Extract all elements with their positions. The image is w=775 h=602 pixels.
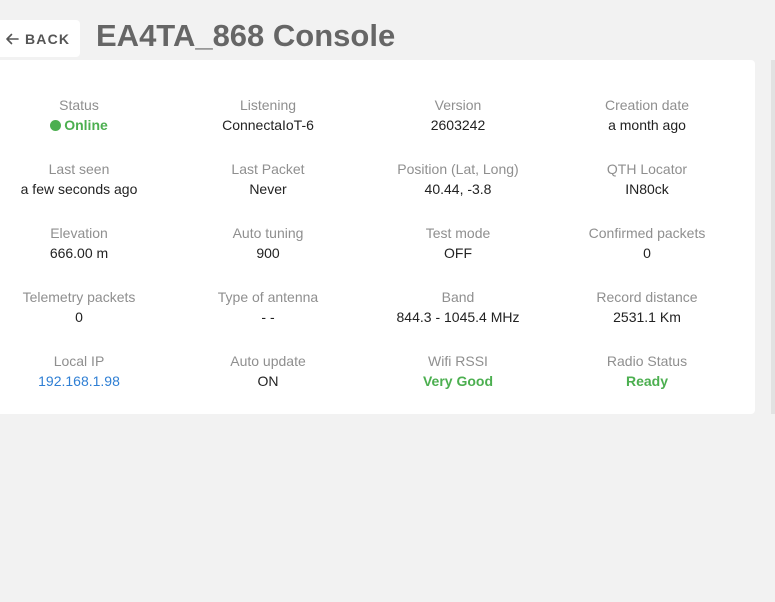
field-label: Wifi RSSI <box>428 353 488 369</box>
page-title: EA4TA_868 Console <box>96 18 396 53</box>
field-value: Very Good <box>422 373 494 389</box>
field-listening: Listening ConnectaIoT-6 <box>173 96 363 134</box>
field-label: Status <box>59 97 99 113</box>
field-value: 844.3 - 1045.4 MHz <box>396 309 520 325</box>
field-label: Confirmed packets <box>588 225 706 241</box>
field-status: Status Online <box>0 96 174 134</box>
field-antenna-type: Type of antenna - - <box>173 288 363 326</box>
field-wifi-rssi: Wifi RSSI Very Good <box>363 352 553 390</box>
field-label: Last Packet <box>231 161 305 177</box>
field-value: 0 <box>75 309 83 325</box>
field-local-ip: Local IP 192.168.1.98 <box>0 352 174 390</box>
field-value: 2603242 <box>430 117 486 133</box>
field-label: Last seen <box>48 161 110 177</box>
field-label: Position (Lat, Long) <box>397 161 519 177</box>
field-elevation: Elevation 666.00 m <box>0 224 174 262</box>
field-value: Ready <box>625 373 669 389</box>
field-last-seen: Last seen a few seconds ago <box>0 160 174 198</box>
field-value: 2531.1 Km <box>613 309 681 325</box>
field-value: 666.00 m <box>49 245 109 261</box>
field-value: Online <box>0 116 174 134</box>
field-label: Radio Status <box>606 353 688 369</box>
field-creation-date: Creation date a month ago <box>552 96 742 134</box>
field-value: ConnectaIoT-6 <box>222 117 314 133</box>
field-label: Version <box>434 97 482 113</box>
field-value: Never <box>249 181 287 197</box>
field-last-packet: Last Packet Never <box>173 160 363 198</box>
local-ip-link[interactable]: 192.168.1.98 <box>0 372 174 390</box>
field-label: QTH Locator <box>606 161 688 177</box>
field-test-mode: Test mode OFF <box>363 224 553 262</box>
arrow-left-icon <box>4 31 20 47</box>
back-button[interactable]: BACK <box>0 20 80 57</box>
field-record-distance: Record distance 2531.1 Km <box>552 288 742 326</box>
field-label: Telemetry packets <box>22 289 136 305</box>
field-label: Record distance <box>596 289 698 305</box>
field-telemetry-packets: Telemetry packets 0 <box>0 288 174 326</box>
field-label: Elevation <box>50 225 108 241</box>
field-label: Creation date <box>604 97 690 113</box>
field-label: Auto tuning <box>232 225 304 241</box>
info-grid: Status Online Listening ConnectaIoT-6 Ve… <box>0 60 755 414</box>
field-position: Position (Lat, Long) 40.44, -3.8 <box>363 160 553 198</box>
online-indicator-icon <box>50 120 62 131</box>
field-label: Local IP <box>53 353 105 369</box>
field-value: ON <box>257 373 279 389</box>
field-value: 40.44, -3.8 <box>424 181 492 197</box>
field-band: Band 844.3 - 1045.4 MHz <box>363 288 553 326</box>
field-value: IN80ck <box>625 181 669 197</box>
info-card: Status Online Listening ConnectaIoT-6 Ve… <box>0 60 755 414</box>
field-confirmed-packets: Confirmed packets 0 <box>552 224 742 262</box>
field-value: a month ago <box>608 117 686 133</box>
field-label: Type of antenna <box>217 289 319 305</box>
field-auto-tuning: Auto tuning 900 <box>173 224 363 262</box>
field-value: - - <box>261 309 275 325</box>
field-value: a few seconds ago <box>20 181 138 197</box>
field-value: 900 <box>256 245 280 261</box>
field-label: Test mode <box>425 225 491 241</box>
scrollbar[interactable] <box>771 60 775 414</box>
field-version: Version 2603242 <box>363 96 553 134</box>
field-label: Auto update <box>230 353 306 369</box>
back-button-label: BACK <box>25 30 71 47</box>
status-text: Online <box>64 117 108 133</box>
field-qth-locator: QTH Locator IN80ck <box>552 160 742 198</box>
field-auto-update: Auto update ON <box>173 352 363 390</box>
field-label: Band <box>441 289 475 305</box>
console-page: BACK EA4TA_868 Console Status Online Lis… <box>0 0 775 602</box>
field-radio-status: Radio Status Ready <box>552 352 742 390</box>
field-value: OFF <box>444 245 472 261</box>
field-label: Listening <box>239 97 297 113</box>
field-value: 0 <box>643 245 651 261</box>
